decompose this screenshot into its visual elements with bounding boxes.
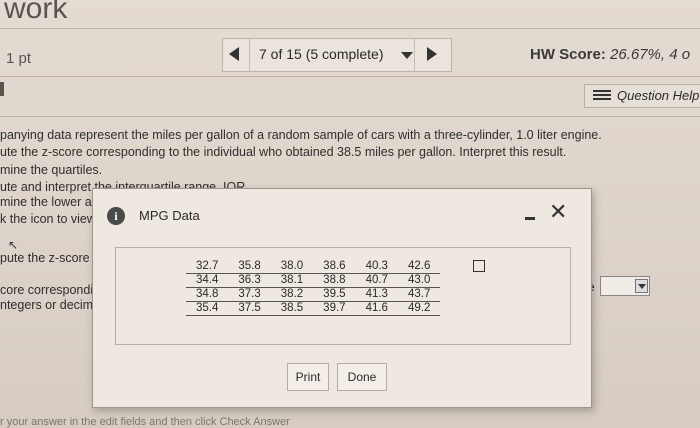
mpg-data-dialog: i MPG Data ✕ 32.7 35.8 38.0 38.6 40.3 42… xyxy=(92,188,592,408)
instruction-text: r your answer in the edit fields and the… xyxy=(0,416,290,428)
question-line: panying data represent the miles per gal… xyxy=(0,128,602,142)
table-cell: 32.7 xyxy=(186,260,229,274)
table-cell: 38.5 xyxy=(270,301,314,316)
dialog-title: MPG Data xyxy=(139,208,200,223)
table-row: 34.4 36.3 38.1 38.8 40.7 43.0 xyxy=(186,273,441,288)
table-cell: 38.8 xyxy=(313,273,356,288)
dialog-body: 32.7 35.8 38.0 38.6 40.3 42.6 34.4 36.3 … xyxy=(115,247,571,345)
table-row: 35.4 37.5 38.5 39.7 41.6 49.2 xyxy=(186,301,441,316)
question-help-button[interactable]: Question Help xyxy=(584,84,700,108)
divider xyxy=(0,116,700,117)
table-cell: 38.6 xyxy=(313,260,356,274)
question-line: pute the z-score c xyxy=(0,251,100,265)
chevron-down-icon[interactable] xyxy=(401,52,413,59)
table-cell: 38.1 xyxy=(270,273,314,288)
table-cell: 43.0 xyxy=(397,273,441,288)
table-cell: 41.6 xyxy=(355,301,398,316)
table-row: 34.8 37.3 38.2 39.5 41.3 43.7 xyxy=(186,287,441,302)
points-label: 1 pt xyxy=(6,50,32,67)
divider xyxy=(0,28,700,29)
close-icon[interactable]: ✕ xyxy=(549,199,567,225)
hw-score-label: HW Score: xyxy=(530,46,606,63)
divider xyxy=(0,76,700,77)
hw-score: HW Score: 26.67%, 4 o xyxy=(530,46,690,63)
table-cell: 38.2 xyxy=(270,287,314,302)
list-icon xyxy=(593,90,611,102)
next-question-icon[interactable] xyxy=(427,47,437,61)
table-cell: 39.7 xyxy=(313,301,356,316)
table-cell: 34.4 xyxy=(186,273,229,288)
table-cell: 35.8 xyxy=(228,260,271,274)
table-cell: 39.5 xyxy=(313,287,356,302)
copy-to-clipboard-icon[interactable] xyxy=(473,260,485,272)
page: work 1 pt 7 of 15 (5 complete) HW Score:… xyxy=(0,0,700,428)
question-line: k the icon to view xyxy=(0,212,96,226)
question-line: mine the quartiles. xyxy=(0,163,103,177)
divider xyxy=(414,39,415,71)
collapse-handle[interactable] xyxy=(0,82,4,96)
answer-dropdown[interactable] xyxy=(600,276,650,296)
table-cell: 34.8 xyxy=(186,287,229,302)
previous-question-icon[interactable] xyxy=(229,47,239,61)
chevron-down-icon xyxy=(638,284,646,289)
table-cell: 40.7 xyxy=(355,273,398,288)
divider xyxy=(249,39,250,71)
dialog-header: i MPG Data ✕ xyxy=(93,189,591,233)
table-cell: 37.3 xyxy=(228,287,271,302)
question-help-label: Question Help xyxy=(617,88,700,103)
page-title: work xyxy=(4,0,68,25)
question-progress[interactable]: 7 of 15 (5 complete) xyxy=(259,46,384,62)
info-icon: i xyxy=(107,207,125,225)
table-row: 32.7 35.8 38.0 38.6 40.3 42.6 xyxy=(186,260,441,274)
print-button[interactable]: Print xyxy=(287,363,329,391)
question-navigator: 7 of 15 (5 complete) xyxy=(222,38,452,72)
table-cell: 35.4 xyxy=(186,301,229,316)
cursor-icon: ↖ xyxy=(8,238,19,252)
table-cell: 49.2 xyxy=(397,301,441,316)
mpg-data-table: 32.7 35.8 38.0 38.6 40.3 42.6 34.4 36.3 … xyxy=(186,260,441,316)
table-cell: 36.3 xyxy=(228,273,271,288)
table-cell: 41.3 xyxy=(355,287,398,302)
hw-score-value: 26.67%, 4 o xyxy=(610,46,691,63)
question-line: core corresponding xyxy=(0,283,108,297)
table-cell: 37.5 xyxy=(228,301,271,316)
table-cell: 40.3 xyxy=(355,260,398,274)
table-cell: 43.7 xyxy=(397,287,441,302)
table-cell: 38.0 xyxy=(270,260,314,274)
question-line: ute the z-score corresponding to the ind… xyxy=(0,145,567,159)
minimize-icon[interactable] xyxy=(525,217,535,220)
done-button[interactable]: Done xyxy=(337,363,387,391)
table-cell: 42.6 xyxy=(397,260,441,274)
question-line: mine the lower a xyxy=(0,195,92,209)
